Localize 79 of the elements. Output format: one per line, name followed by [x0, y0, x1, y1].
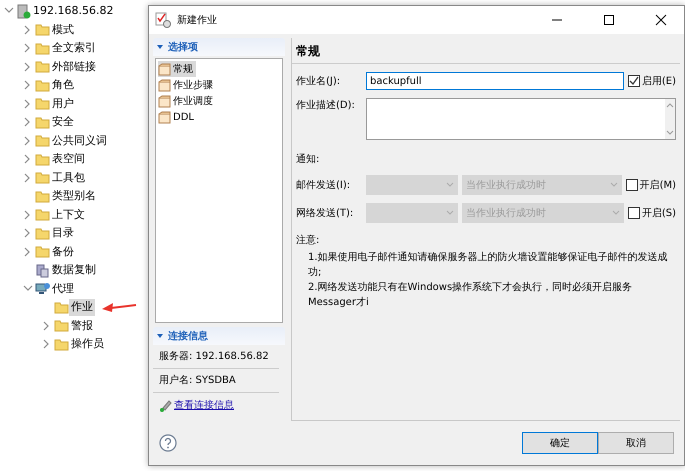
field-label: 邮件发送(I):: [296, 178, 352, 192]
info-text: 服务器: 192.168.56.82: [153, 345, 279, 369]
folder-icon: [35, 207, 50, 222]
computer-icon: [35, 281, 50, 296]
checkbox[interactable]: 启用(E): [628, 74, 676, 88]
note-text: 1.如果使用电子邮件通知请确保服务器上的防火墙设置能够保证电子邮件的发送成功;: [308, 250, 669, 280]
tree-item[interactable]: 代理: [50, 280, 76, 297]
tree-item[interactable]: 目录: [50, 225, 76, 242]
collapse-arrow-icon: [156, 332, 164, 340]
tree-item[interactable]: 作业: [69, 299, 95, 316]
folder-icon: [35, 226, 50, 241]
info-text: 用户名: SYSDBA: [153, 369, 279, 393]
collapse-arrow-icon: [156, 43, 164, 51]
tree-item[interactable]: 外部链接: [50, 58, 98, 75]
tree-item[interactable]: 安全: [50, 114, 76, 130]
page-icon: [158, 94, 171, 108]
notes-title: 注意:: [296, 234, 320, 248]
folder-icon: [54, 318, 69, 334]
folder-icon: [35, 78, 50, 93]
close-icon[interactable]: [654, 14, 668, 26]
page-icon: [158, 78, 171, 92]
nav-item[interactable]: DDL: [158, 109, 197, 125]
folder-icon: [35, 152, 50, 167]
text-area[interactable]: [366, 98, 676, 140]
check-icon: [628, 76, 639, 86]
tree-item[interactable]: 上下文: [50, 206, 87, 223]
note-text: 2.网络发送功能只有在Windows操作系统下才会执行，同时必须开启服务Messager才i: [308, 280, 634, 310]
section-header[interactable]: 选择项: [153, 38, 285, 56]
plug-icon: [159, 399, 172, 412]
dialog-button[interactable]: 取消: [598, 432, 674, 454]
field-label: 网络发送(T):: [296, 206, 354, 220]
nav-item[interactable]: 常规: [158, 61, 196, 77]
folder-icon: [35, 188, 50, 204]
folder-icon: [35, 96, 50, 112]
server-icon: [16, 4, 31, 19]
dialog-button[interactable]: 确定: [522, 432, 598, 454]
database-icon: [35, 262, 50, 278]
input-field[interactable]: backupfull: [366, 72, 624, 90]
page-title: 常规: [292, 38, 680, 64]
tree-item[interactable]: 192.168.56.82: [31, 3, 116, 20]
folder-icon: [35, 133, 50, 148]
tree-item[interactable]: 全文索引: [50, 40, 98, 56]
tree-item[interactable]: 用户: [50, 96, 76, 112]
folder-icon: [35, 114, 50, 130]
pointer-arrow-drawing: [101, 300, 137, 314]
scroll-up-icon: [666, 102, 674, 108]
folder-icon: [35, 59, 50, 74]
nav-item[interactable]: 作业步骤: [158, 77, 216, 93]
tree-item[interactable]: 工具包: [50, 170, 87, 186]
tree-item[interactable]: 操作员: [69, 336, 106, 352]
field-label: 作业名(J):: [296, 74, 342, 88]
folder-icon: [35, 244, 50, 260]
folder-icon: [35, 22, 50, 38]
section-header[interactable]: 连接信息: [153, 327, 285, 345]
folder-icon: [35, 170, 50, 186]
tree-item[interactable]: 警报: [69, 318, 95, 334]
scroll-down-icon: [666, 130, 674, 136]
page-icon: [158, 62, 171, 76]
tree-item[interactable]: 表空间: [50, 151, 87, 168]
help-icon: [159, 434, 177, 452]
folder-icon: [54, 300, 69, 315]
section-label: 通知:: [296, 152, 320, 167]
page-icon: [158, 110, 171, 124]
checkbox[interactable]: 开启(S): [628, 206, 676, 220]
tree-item[interactable]: 模式: [50, 22, 76, 38]
tree-item[interactable]: 数据复制: [50, 262, 98, 278]
connection-info-link[interactable]: 查看连接信息: [174, 398, 234, 413]
nav-item[interactable]: 作业调度: [158, 93, 216, 109]
tree-item[interactable]: 公共同义词: [50, 132, 109, 149]
job-icon: [155, 12, 171, 28]
folder-icon: [54, 336, 69, 352]
maximize-icon[interactable]: [602, 14, 616, 26]
tree-item[interactable]: 类型别名: [50, 188, 98, 204]
field-label: 作业描述(D):: [296, 98, 356, 113]
window-title: 新建作业: [177, 14, 218, 28]
checkbox[interactable]: 开启(M): [626, 178, 676, 192]
tree-item[interactable]: 角色: [50, 77, 76, 94]
folder-icon: [35, 40, 50, 56]
tree-item[interactable]: 备份: [50, 244, 76, 260]
